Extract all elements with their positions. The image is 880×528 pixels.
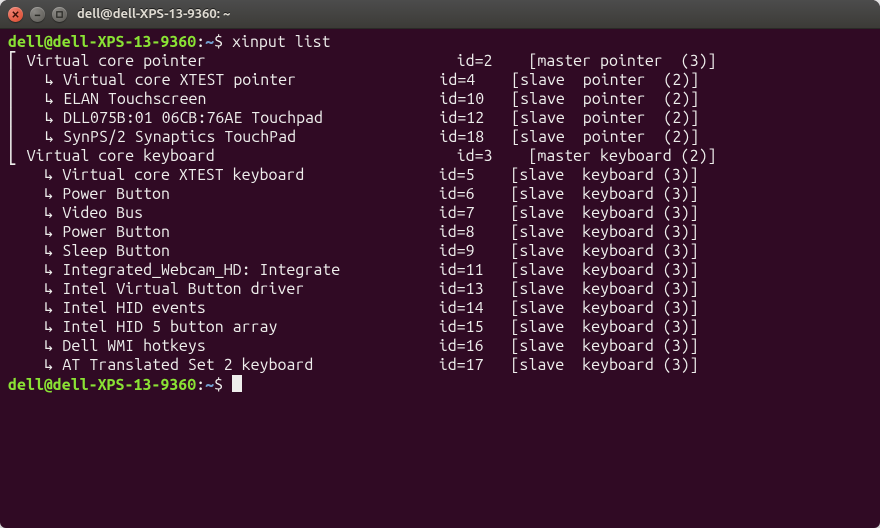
device-line: ↳ Power Button id=8 [slave keyboard (3)] [8, 223, 699, 241]
device-line: ↳ Dell WMI hotkeys id=16 [slave keyboard… [8, 337, 699, 355]
prompt-userhost: dell@dell-XPS-13-9360 [8, 376, 196, 394]
device-line: ↳ Power Button id=6 [slave keyboard (3)] [8, 185, 699, 203]
titlebar[interactable]: dell@dell-XPS-13-9360: ~ [0, 0, 880, 29]
prompt-userhost: dell@dell-XPS-13-9360 [8, 33, 196, 51]
device-line: ⎜ ↳ SynPS/2 Synaptics TouchPad id=18 [sl… [8, 128, 699, 146]
device-line: ⎡ Virtual core pointer id=2 [master poin… [8, 52, 717, 70]
device-line: ⎜ ↳ Virtual core XTEST pointer id=4 [sla… [8, 71, 699, 89]
device-line: ↳ Sleep Button id=9 [slave keyboard (3)] [8, 242, 699, 260]
prompt-path: ~ [205, 376, 214, 394]
device-line: ↳ Video Bus id=7 [slave keyboard (3)] [8, 204, 699, 222]
device-line: ⎜ ↳ DLL075B:01 06CB:76AE Touchpad id=12 … [8, 109, 699, 127]
terminal-window: dell@dell-XPS-13-9360: ~ dell@dell-XPS-1… [0, 0, 880, 528]
terminal-body[interactable]: dell@dell-XPS-13-9360:~$ xinput list ⎡ V… [0, 29, 880, 528]
device-line: ⎜ ↳ ELAN Touchscreen id=10 [slave pointe… [8, 90, 699, 108]
window-title: dell@dell-XPS-13-9360: ~ [77, 7, 230, 21]
cursor [232, 375, 242, 392]
prompt-sep: : [196, 376, 205, 394]
device-line: ⎣ Virtual core keyboard id=3 [master key… [8, 147, 717, 165]
prompt-dollar: $ [214, 376, 232, 394]
device-line: ↳ Integrated_Webcam_HD: Integrate id=11 … [8, 261, 699, 279]
minimize-icon[interactable] [30, 7, 45, 22]
prompt-path: ~ [205, 33, 214, 51]
close-icon[interactable] [8, 7, 23, 22]
window-buttons [8, 7, 67, 22]
device-line: ↳ Intel HID 5 button array id=15 [slave … [8, 318, 699, 336]
maximize-icon[interactable] [52, 7, 67, 22]
prompt-dollar: $ [214, 33, 232, 51]
device-line: ↳ Intel Virtual Button driver id=13 [sla… [8, 280, 699, 298]
typed-command: xinput list [232, 33, 331, 51]
device-line: ↳ Intel HID events id=14 [slave keyboard… [8, 299, 699, 317]
prompt-sep: : [196, 33, 205, 51]
device-line: ↳ Virtual core XTEST keyboard id=5 [slav… [8, 166, 699, 184]
device-line: ↳ AT Translated Set 2 keyboard id=17 [sl… [8, 356, 699, 374]
